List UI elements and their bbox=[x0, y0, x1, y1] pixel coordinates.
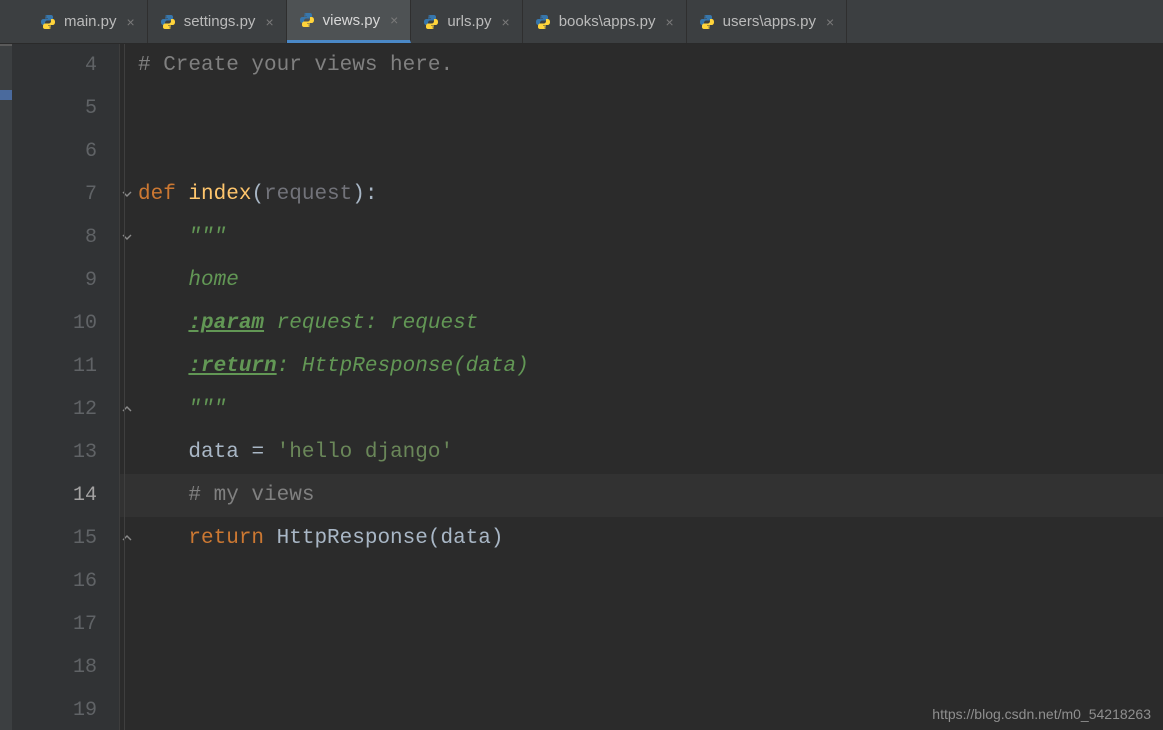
line-number[interactable]: 19 bbox=[12, 699, 119, 722]
code-line[interactable]: def index(request): bbox=[120, 173, 1163, 216]
code-line[interactable] bbox=[120, 130, 1163, 173]
python-file-icon bbox=[40, 14, 56, 30]
line-number[interactable]: 12 bbox=[12, 398, 119, 421]
line-number[interactable]: 4 bbox=[12, 54, 119, 77]
code-line[interactable] bbox=[120, 560, 1163, 603]
editor-tabbar: main.py×settings.py×views.py×urls.py×boo… bbox=[0, 0, 1163, 44]
code-line[interactable]: home bbox=[120, 259, 1163, 302]
editor-tab[interactable]: views.py × bbox=[287, 0, 412, 43]
tab-label: urls.py bbox=[447, 13, 491, 30]
code-line[interactable]: :param request: request bbox=[120, 302, 1163, 345]
tab-label: views.py bbox=[323, 12, 381, 29]
python-file-icon bbox=[699, 14, 715, 30]
python-file-icon bbox=[535, 14, 551, 30]
line-number[interactable]: 15 bbox=[12, 527, 119, 550]
left-marker-strip bbox=[0, 44, 12, 730]
python-file-icon bbox=[423, 14, 439, 30]
watermark-text: https://blog.csdn.net/m0_54218263 bbox=[932, 706, 1151, 722]
line-number[interactable]: 8 bbox=[12, 226, 119, 249]
tab-label: main.py bbox=[64, 13, 117, 30]
close-icon[interactable]: × bbox=[127, 15, 135, 29]
line-number[interactable]: 11 bbox=[12, 355, 119, 378]
editor-area: 4 5 6 7 8 9 10 11 12 13 14 15 16 17 18 19 # Create your… bbox=[0, 44, 1163, 730]
line-number[interactable]: 18 bbox=[12, 656, 119, 679]
line-number[interactable]: 17 bbox=[12, 613, 119, 636]
tab-label: users\apps.py bbox=[723, 13, 816, 30]
editor-tab[interactable]: books\apps.py × bbox=[523, 0, 687, 43]
close-icon[interactable]: × bbox=[665, 15, 673, 29]
tab-label: settings.py bbox=[184, 13, 256, 30]
line-number[interactable]: 6 bbox=[12, 140, 119, 163]
code-line[interactable] bbox=[120, 646, 1163, 689]
editor-tab[interactable]: users\apps.py × bbox=[687, 0, 848, 43]
close-icon[interactable]: × bbox=[265, 15, 273, 29]
close-icon[interactable]: × bbox=[390, 13, 398, 27]
python-file-icon bbox=[160, 14, 176, 30]
editor-tab[interactable]: main.py × bbox=[28, 0, 148, 43]
line-number[interactable]: 5 bbox=[12, 97, 119, 120]
code-line[interactable]: """ bbox=[120, 216, 1163, 259]
code-line[interactable]: # Create your views here. bbox=[120, 44, 1163, 87]
code-line[interactable] bbox=[120, 87, 1163, 130]
line-number[interactable]: 16 bbox=[12, 570, 119, 593]
close-icon[interactable]: × bbox=[826, 15, 834, 29]
line-number[interactable]: 9 bbox=[12, 269, 119, 292]
close-icon[interactable]: × bbox=[502, 15, 510, 29]
code-line[interactable]: data = 'hello django' bbox=[120, 431, 1163, 474]
marker-highlight bbox=[0, 90, 12, 100]
line-number-gutter[interactable]: 4 5 6 7 8 9 10 11 12 13 14 15 16 17 18 19 bbox=[12, 44, 120, 730]
line-number[interactable]: 7 bbox=[12, 183, 119, 206]
python-file-icon bbox=[299, 12, 315, 28]
ide-root: main.py×settings.py×views.py×urls.py×boo… bbox=[0, 0, 1163, 730]
editor-tab[interactable]: urls.py × bbox=[411, 0, 522, 43]
code-line[interactable]: return HttpResponse(data) bbox=[120, 517, 1163, 560]
code-area[interactable]: # Create your views here. def index(reque… bbox=[120, 44, 1163, 730]
line-number[interactable]: 13 bbox=[12, 441, 119, 464]
line-number[interactable]: 10 bbox=[12, 312, 119, 335]
line-number[interactable]: 14 bbox=[12, 484, 119, 507]
code-line[interactable]: :return: HttpResponse(data) bbox=[120, 345, 1163, 388]
code-line[interactable]: # my views bbox=[120, 474, 1163, 517]
marker-tick bbox=[0, 44, 12, 46]
code-line[interactable] bbox=[120, 603, 1163, 646]
code-line[interactable]: """ bbox=[120, 388, 1163, 431]
editor-tab[interactable]: settings.py × bbox=[148, 0, 287, 43]
tab-label: books\apps.py bbox=[559, 13, 656, 30]
